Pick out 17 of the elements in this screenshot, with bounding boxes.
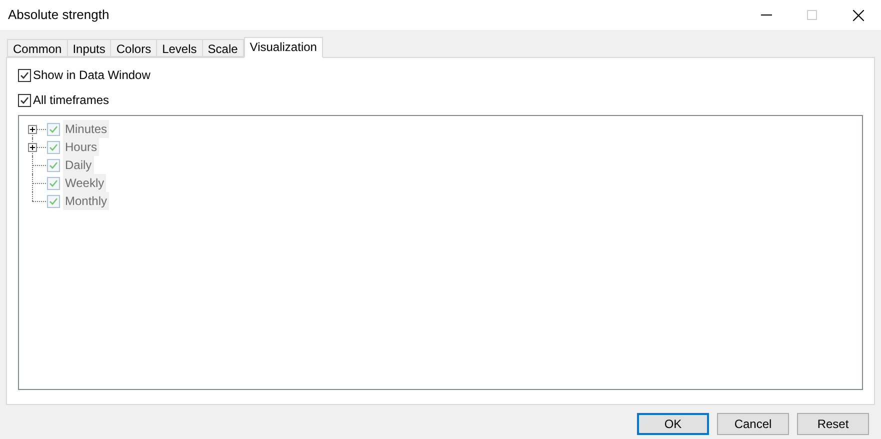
close-icon [852,10,864,20]
checkbox[interactable] [18,68,31,82]
tab[interactable]: Inputs [66,39,112,57]
dialog-button[interactable]: OK [637,413,709,435]
maximize-icon [807,10,817,20]
dialog-button[interactable]: Reset [797,413,869,435]
tab[interactable]: Scale [202,39,244,57]
tab[interactable]: Levels [156,39,203,57]
checkbox-label: Show in Data Window [33,67,150,84]
window-title: Absolute strength [7,6,110,24]
tab[interactable]: Visualization [244,37,323,58]
tab[interactable]: Colors [110,39,158,57]
checkbox-label: All timeframes [33,92,110,109]
minimize-icon [760,14,772,16]
dialog-button[interactable]: Cancel [717,413,789,435]
checkbox[interactable] [18,94,31,106]
tab[interactable]: Common [7,39,68,57]
